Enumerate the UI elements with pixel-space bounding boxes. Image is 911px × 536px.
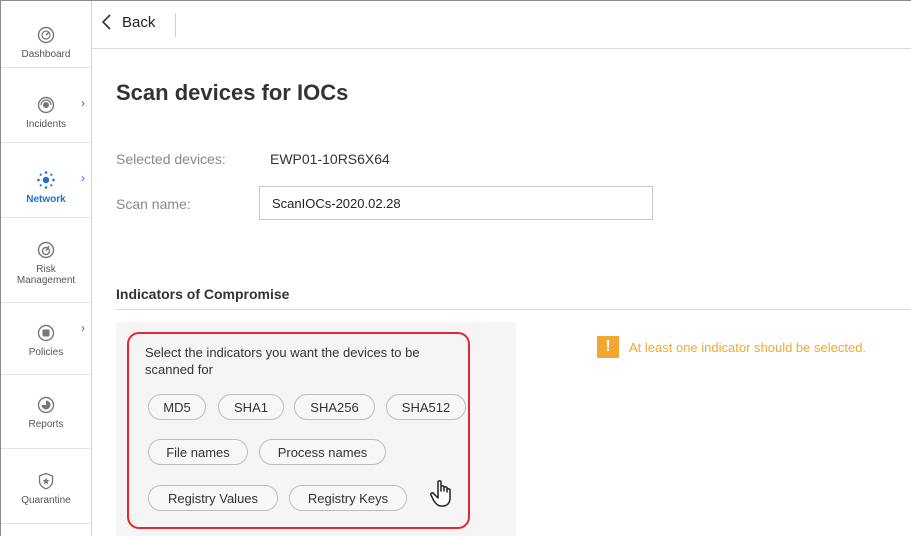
hand-cursor-icon: [430, 480, 451, 507]
chevron-right-icon: ›: [81, 96, 85, 110]
top-bar: Back: [92, 1, 911, 49]
chip-registry-keys[interactable]: Registry Keys: [289, 485, 407, 511]
chevron-left-icon: [101, 14, 111, 30]
scan-name-label: Scan name:: [116, 196, 191, 212]
sidebar-item-label: Quarantine: [21, 495, 71, 506]
sidebar-item-quarantine[interactable]: Quarantine: [1, 449, 91, 524]
chip-registry-values[interactable]: Registry Values: [148, 485, 278, 511]
network-icon: [36, 170, 56, 190]
chip-sha512[interactable]: SHA512: [386, 394, 466, 420]
chip-md5[interactable]: MD5: [148, 394, 206, 420]
chip-sha256[interactable]: SHA256: [294, 394, 375, 420]
sidebar-item-label: Policies: [28, 347, 64, 358]
divider: [116, 309, 911, 310]
selected-devices-label: Selected devices:: [116, 151, 226, 167]
warning-text: At least one indicator should be selecte…: [629, 339, 867, 355]
back-label: Back: [122, 13, 156, 31]
sidebar-item-incidents[interactable]: Incidents ›: [1, 68, 91, 143]
sidebar-item-label: Incidents: [25, 119, 67, 130]
chip-process-names[interactable]: Process names: [259, 439, 386, 465]
chevron-right-icon: ›: [81, 171, 85, 185]
indicators-prompt: Select the indicators you want the devic…: [145, 345, 420, 377]
sidebar-item-label: Reports: [28, 419, 64, 430]
sidebar-item-network[interactable]: Network ›: [1, 143, 91, 218]
sidebar-item-policies[interactable]: Policies ›: [1, 303, 91, 375]
sidebar-item-risk-management[interactable]: Risk Management: [1, 218, 91, 303]
policies-icon: [36, 323, 56, 343]
divider: [175, 13, 176, 37]
chip-file-names[interactable]: File names: [148, 439, 248, 465]
warning-icon: !: [597, 336, 619, 358]
section-title: Indicators of Compromise: [116, 286, 290, 302]
sidebar-item-label: Dashboard: [21, 49, 71, 60]
warning-message: ! At least one indicator should be selec…: [597, 336, 866, 358]
selected-devices-value: EWP01-10RS6X64: [270, 151, 390, 167]
dashboard-icon: [36, 25, 56, 45]
chevron-right-icon: ›: [81, 321, 85, 335]
reports-icon: [36, 395, 56, 415]
sidebar-item-label: Risk Management: [16, 264, 76, 286]
sidebar-item-label: Network: [26, 194, 66, 205]
risk-management-icon: [36, 240, 56, 260]
back-button[interactable]: Back: [100, 13, 155, 31]
scan-name-input[interactable]: ScanIOCs-2020.02.28: [259, 186, 653, 220]
chip-sha1[interactable]: SHA1: [218, 394, 284, 420]
sidebar-item-dashboard[interactable]: Dashboard: [1, 1, 91, 68]
page-title: Scan devices for IOCs: [116, 80, 349, 105]
sidebar: Dashboard Incidents › Network › Risk Man…: [1, 1, 92, 536]
sidebar-item-reports[interactable]: Reports: [1, 375, 91, 449]
quarantine-icon: [36, 471, 56, 491]
incidents-icon: [36, 95, 56, 115]
